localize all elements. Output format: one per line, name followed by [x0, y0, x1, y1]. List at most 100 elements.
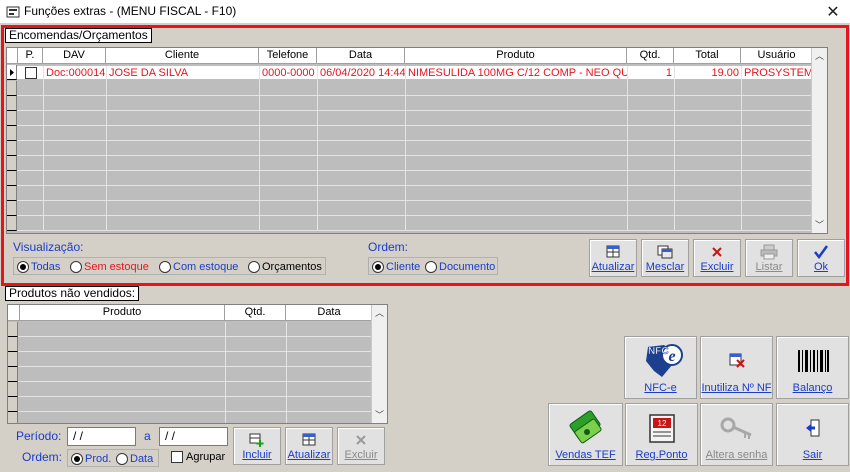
radio-prod[interactable]: Prod.	[71, 452, 111, 466]
ok-button-label: Ok	[813, 261, 829, 273]
excluir-button[interactable]: Excluir	[693, 239, 741, 277]
periodo-start-field[interactable]: / /	[67, 427, 136, 446]
close-button[interactable]: ✕	[816, 0, 850, 24]
scroll-down-icon[interactable]: ﹀	[372, 407, 387, 423]
grid-column-line	[405, 81, 406, 95]
radio-data[interactable]: Data	[116, 452, 153, 466]
sair-button[interactable]: Sair	[776, 403, 849, 466]
col-p[interactable]: P.	[18, 48, 43, 64]
grid-column-line	[627, 216, 628, 230]
grid-column-line	[259, 111, 260, 125]
col-data[interactable]: Data	[317, 48, 405, 64]
orders-scrollbar[interactable]: ︿ ﹀	[811, 48, 827, 233]
empty-row	[17, 96, 814, 111]
grid-column-line	[674, 111, 675, 125]
cell-qtd: 1	[628, 66, 675, 81]
radio-todas[interactable]: Todas	[17, 260, 60, 274]
col-telefone[interactable]: Telefone	[259, 48, 317, 64]
empty-row	[18, 367, 374, 382]
balanco-button[interactable]: Balanço	[776, 336, 849, 399]
radio-todas-indicator[interactable]	[17, 261, 29, 273]
ok-button[interactable]: Ok	[797, 239, 845, 277]
orders-grid[interactable]: P. DAV Cliente Telefone Data Produto Qtd…	[6, 47, 828, 234]
atualizar-button-label: Atualizar	[591, 261, 635, 273]
col-usuario[interactable]: Usuário	[741, 48, 813, 64]
inutiliza-nf-button[interactable]: Inutiliza Nº NF	[700, 336, 773, 399]
grid-column-line	[225, 382, 226, 396]
orders-group-title: Encomendas/Orçamentos	[5, 28, 152, 43]
radio-com-estoque-indicator[interactable]	[159, 261, 171, 273]
unsold-atualizar-button[interactable]: Atualizar	[285, 427, 333, 465]
radio-documento-indicator[interactable]	[425, 261, 437, 273]
periodo-end-field[interactable]: / /	[159, 427, 228, 446]
vendas-tef-button[interactable]: Vendas TEF	[548, 403, 623, 466]
add-row-icon	[234, 432, 280, 448]
ordem-label: Ordem:	[368, 240, 409, 254]
printer-icon	[746, 244, 792, 260]
grid-column-line	[317, 186, 318, 200]
radio-documento[interactable]: Documento	[425, 260, 495, 274]
scroll-down-icon[interactable]: ﹀	[812, 217, 827, 233]
grid-column-line	[405, 96, 406, 110]
row-checkbox[interactable]	[25, 67, 37, 79]
unsold-scrollbar[interactable]: ︿ ﹀	[371, 305, 387, 423]
unsold-grid[interactable]: Produto Qtd. Data ︿ ﹀	[7, 304, 388, 424]
col-total[interactable]: Total	[674, 48, 741, 64]
radio-cliente-label: Cliente	[386, 261, 421, 273]
grid-column-line	[317, 156, 318, 170]
altera-senha-button[interactable]: Altera senha	[700, 403, 773, 466]
empty-row	[18, 412, 374, 423]
time-clock-icon: 12	[626, 410, 697, 446]
radio-cliente[interactable]: Cliente	[372, 260, 420, 274]
table-row[interactable]: Doc:000014 JOSE DA SILVA 0000-0000 06/04…	[7, 65, 814, 81]
periodo-label: Período:	[16, 429, 62, 443]
grid-column-line	[225, 367, 226, 381]
grid-column-line	[674, 201, 675, 215]
grid-column-line	[43, 186, 44, 200]
grid-column-line	[225, 352, 226, 366]
empty-row	[17, 171, 814, 186]
radio-selected-dot	[74, 456, 80, 462]
cell-usuario: PROSYSTEM	[744, 66, 814, 81]
scroll-up-icon[interactable]: ︿	[372, 305, 387, 321]
grid-column-line	[43, 141, 44, 155]
grid-column-line	[106, 171, 107, 185]
radio-sem-estoque[interactable]: Sem estoque	[70, 260, 149, 274]
col-produto-unsold[interactable]: Produto	[20, 305, 225, 321]
radio-cliente-indicator[interactable]	[372, 261, 384, 273]
mesclar-button[interactable]: Mesclar	[641, 239, 689, 277]
grid-column-line	[106, 186, 107, 200]
unsold-excluir-button[interactable]: Excluir	[337, 427, 385, 465]
grid-column-line	[674, 141, 675, 155]
agrupar-checkbox-box[interactable]	[171, 451, 183, 463]
grid-column-line	[43, 111, 44, 125]
col-data-unsold[interactable]: Data	[286, 305, 373, 321]
nfce-button[interactable]: e NFC NFC-e	[624, 336, 697, 399]
grid-column-line	[741, 216, 742, 230]
grid-column-line	[106, 111, 107, 125]
row-checkbox-cell[interactable]	[19, 66, 44, 81]
incluir-button[interactable]: Incluir	[233, 427, 281, 465]
radio-orcamentos-indicator[interactable]	[248, 261, 260, 273]
col-cliente[interactable]: Cliente	[106, 48, 259, 64]
orders-header-corner	[7, 48, 18, 64]
listar-button[interactable]: Listar	[745, 239, 793, 277]
radio-orcamentos[interactable]: Orçamentos	[248, 260, 322, 274]
unsold-header-corner	[8, 305, 20, 321]
radio-com-estoque[interactable]: Com estoque	[159, 260, 238, 274]
col-dav[interactable]: DAV	[43, 48, 106, 64]
atualizar-button[interactable]: Atualizar	[589, 239, 637, 277]
radio-sem-estoque-indicator[interactable]	[70, 261, 82, 273]
radio-data-indicator[interactable]	[116, 453, 128, 465]
row-indicator	[8, 352, 18, 367]
agrupar-checkbox[interactable]: Agrupar	[171, 451, 225, 463]
col-qtd-unsold[interactable]: Qtd.	[225, 305, 286, 321]
grid-column-line	[741, 171, 742, 185]
radio-prod-indicator[interactable]	[71, 453, 83, 465]
col-produto[interactable]: Produto	[405, 48, 627, 64]
scroll-up-icon[interactable]: ︿	[812, 48, 827, 64]
incluir-button-label: Incluir	[242, 449, 272, 461]
reg-ponto-button[interactable]: 12 Reg.Ponto	[625, 403, 698, 466]
col-qtd[interactable]: Qtd.	[627, 48, 674, 64]
radio-orcamentos-label: Orçamentos	[262, 261, 322, 273]
